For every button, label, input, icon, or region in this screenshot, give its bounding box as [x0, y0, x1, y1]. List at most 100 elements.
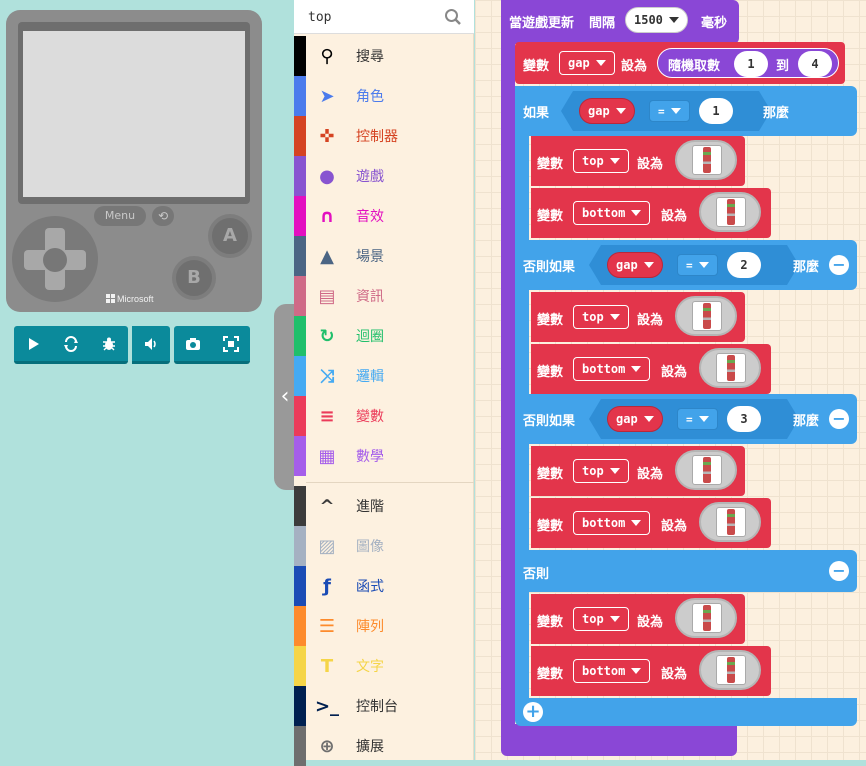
operator-dropdown-1[interactable]: =: [649, 100, 690, 122]
play-button[interactable]: [14, 326, 52, 364]
category-refresh[interactable]: ↻ 迴圈: [294, 316, 474, 356]
search-icon[interactable]: [444, 8, 462, 26]
category-gamepad[interactable]: ✜ 控制器: [294, 116, 474, 156]
set-bottom-block-3[interactable]: 變數 bottom 設為: [531, 498, 771, 548]
collapse-simulator-tab[interactable]: ‹: [274, 304, 296, 490]
cond-var-dropdown-2[interactable]: gap: [607, 252, 663, 278]
bottom-var-dropdown[interactable]: bottom: [573, 357, 651, 381]
set-bottom-block-1[interactable]: 變數 bottom 設為: [531, 188, 771, 238]
screen-bezel: [18, 22, 250, 204]
sound-button[interactable]: [132, 326, 170, 364]
set-top-block-3[interactable]: 變數 top 設為: [531, 446, 745, 496]
category-list[interactable]: ≡ 變數: [294, 396, 474, 436]
text-icon: T: [320, 655, 334, 677]
set-bottom-block-4[interactable]: 變數 bottom 設為: [531, 646, 771, 696]
else-block[interactable]: 否則 −: [515, 550, 857, 592]
compare-block-2[interactable]: gap = 2: [589, 245, 799, 285]
compare-value-1[interactable]: 1: [699, 98, 733, 124]
a-button[interactable]: A: [208, 214, 252, 258]
remove-branch-button[interactable]: −: [829, 409, 849, 429]
dpad[interactable]: [12, 216, 98, 302]
set-top-block-4[interactable]: 變數 top 設為: [531, 594, 745, 644]
reset-button[interactable]: ⟲: [152, 206, 174, 226]
var-label: 變數: [537, 209, 564, 224]
top-var-dropdown[interactable]: top: [573, 607, 629, 631]
then-label: 那麼: [763, 106, 790, 121]
category-plus-circle[interactable]: ⊕ 擴展: [294, 726, 474, 766]
restart-button[interactable]: [52, 326, 90, 364]
bottom-var-dropdown[interactable]: bottom: [573, 659, 651, 683]
pipe-image-icon: [716, 353, 746, 383]
operator-dropdown-2[interactable]: =: [677, 254, 718, 276]
category-image[interactable]: ▨ 圖像: [294, 526, 474, 566]
category-circle[interactable]: ● 遊戲: [294, 156, 474, 196]
top-image-slot[interactable]: [675, 140, 737, 180]
set-top-block-2[interactable]: 變數 top 設為: [531, 292, 745, 342]
set-bottom-block-2[interactable]: 變數 bottom 設為: [531, 344, 771, 394]
bottom-var-dropdown[interactable]: bottom: [573, 511, 651, 535]
category-id-card[interactable]: ▤ 資訊: [294, 276, 474, 316]
category-label: 邏輯: [356, 369, 384, 385]
else-if-block-2[interactable]: 否則如果 gap = 2 那麼 −: [515, 240, 857, 290]
category-numbered-list[interactable]: ☰ 陣列: [294, 606, 474, 646]
gap-var-dropdown[interactable]: gap: [559, 51, 615, 75]
cond-var-dropdown-1[interactable]: gap: [579, 98, 635, 124]
debug-button[interactable]: [90, 326, 128, 364]
game-screen[interactable]: [23, 31, 245, 197]
remove-else-button[interactable]: −: [829, 561, 849, 581]
set-top-block-1[interactable]: 變數 top 設為: [531, 136, 745, 186]
category-paper-plane[interactable]: ➤ 角色: [294, 76, 474, 116]
bottom-image-slot[interactable]: [699, 192, 761, 232]
bottom-image-slot[interactable]: [699, 650, 761, 690]
bottom-image-slot[interactable]: [699, 348, 761, 388]
top-image-slot[interactable]: [675, 296, 737, 336]
brand-label: Microsoft: [117, 294, 154, 304]
category-shuffle[interactable]: ⤨ 邏輯: [294, 356, 474, 396]
fullscreen-button[interactable]: [212, 326, 250, 364]
category-search[interactable]: ⚲ 搜尋: [294, 36, 474, 76]
random-to-input[interactable]: 4: [798, 51, 832, 77]
operator-dropdown-3[interactable]: =: [677, 408, 718, 430]
random-from-input[interactable]: 1: [734, 51, 768, 77]
category-chevron-up[interactable]: ^ 進階: [294, 486, 474, 526]
set-gap-block[interactable]: 變數 gap 設為 隨機取數 1 到 4: [515, 42, 845, 84]
search-input[interactable]: [300, 4, 440, 30]
top-var-dropdown[interactable]: top: [573, 305, 629, 329]
refresh-icon: ↻: [319, 325, 335, 347]
bottom-var-label: bottom: [582, 206, 626, 220]
else-if-block-3[interactable]: 否則如果 gap = 3 那麼 −: [515, 394, 857, 444]
category-text[interactable]: T 文字: [294, 646, 474, 686]
category-label: 迴圈: [356, 329, 384, 345]
bottom-image-slot[interactable]: [699, 502, 761, 542]
if-block[interactable]: 如果 gap = 1 那麼: [515, 86, 857, 136]
top-image-slot[interactable]: [675, 450, 737, 490]
bottom-var-dropdown[interactable]: bottom: [573, 201, 651, 225]
category-tree[interactable]: ▲ 場景: [294, 236, 474, 276]
interval-dropdown[interactable]: 1500: [625, 7, 688, 33]
top-image-slot[interactable]: [675, 598, 737, 638]
compare-block-3[interactable]: gap = 3: [589, 399, 799, 439]
cond-var-dropdown-3[interactable]: gap: [607, 406, 663, 432]
category-headphones[interactable]: ∩ 音效: [294, 196, 474, 236]
paper-plane-icon: ➤: [319, 85, 335, 107]
b-button[interactable]: B: [172, 256, 216, 300]
screenshot-button[interactable]: [174, 326, 212, 364]
interval-unit: 毫秒: [701, 16, 728, 31]
remove-branch-button[interactable]: −: [829, 255, 849, 275]
category-terminal[interactable]: >_ 控制台: [294, 686, 474, 726]
compare-block-1[interactable]: gap = 1: [561, 91, 771, 131]
category-color-bar: [294, 76, 306, 116]
category-calculator[interactable]: ▦ 數學: [294, 436, 474, 476]
category-function[interactable]: ƒ 函式: [294, 566, 474, 606]
blocks-workspace[interactable]: 當遊戲更新 間隔 1500 毫秒 變數 gap 設為 隨機取數 1 到 4 如果…: [475, 0, 866, 760]
var-label: 變數: [537, 467, 564, 482]
menu-button[interactable]: Menu: [94, 206, 146, 226]
compare-value-3[interactable]: 3: [727, 406, 761, 432]
random-block[interactable]: 隨機取數 1 到 4: [657, 48, 839, 78]
on-game-update-block[interactable]: 當遊戲更新 間隔 1500 毫秒: [501, 0, 739, 44]
top-var-dropdown[interactable]: top: [573, 149, 629, 173]
terminal-icon: >_: [314, 695, 340, 717]
top-var-dropdown[interactable]: top: [573, 459, 629, 483]
add-branch-button[interactable]: +: [523, 702, 543, 722]
compare-value-2[interactable]: 2: [727, 252, 761, 278]
